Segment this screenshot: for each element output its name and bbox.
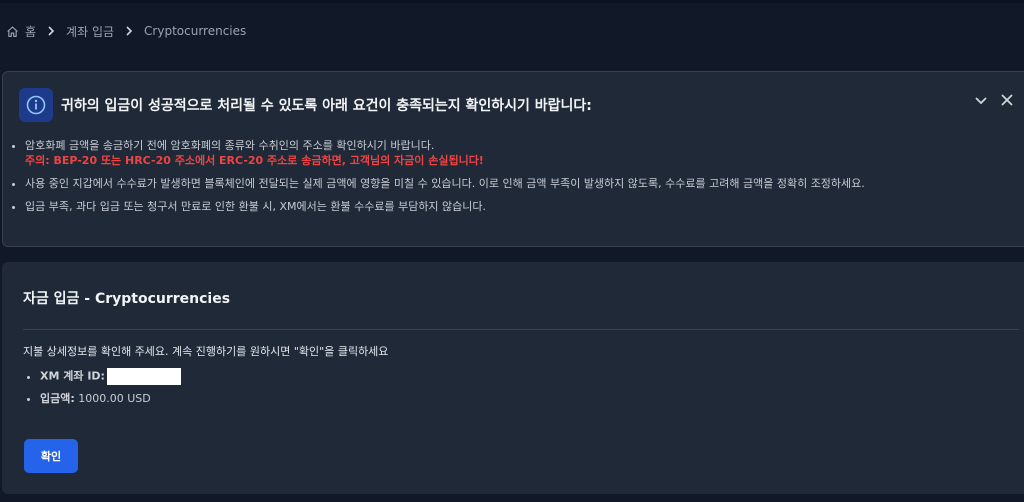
chevron-down-icon[interactable]	[973, 92, 989, 108]
deposit-title: 자금 입금 - Cryptocurrencies	[23, 291, 231, 307]
notice-item-text: 암호화폐 금액을 송금하기 전에 암호화폐의 종류와 수취인의 주소를 확인하시…	[25, 139, 435, 152]
notice-actions	[973, 92, 1015, 108]
detail-account: XM 계좌 ID:	[40, 368, 181, 385]
breadcrumb-current: Cryptocurrencies	[144, 24, 247, 38]
chevron-right-icon	[48, 26, 55, 36]
deposit-panel: 자금 입금 - Cryptocurrencies 지불 상세정보를 확인해 주세…	[2, 262, 1024, 494]
confirm-button[interactable]: 확인	[24, 439, 78, 473]
notice-title: 귀하의 입금이 성공적으로 처리될 수 있도록 아래 요건이 충족되는지 확인하…	[61, 98, 592, 114]
home-icon	[7, 25, 18, 37]
breadcrumb-deposit[interactable]: 계좌 입금	[66, 23, 114, 40]
account-id-label: XM 계좌 ID:	[40, 369, 105, 383]
notice-item: 입금 부족, 과다 입금 또는 청구서 만료로 인한 환불 시, XM에서는 환…	[25, 199, 865, 214]
info-badge	[19, 88, 53, 122]
deposit-instruction: 지불 상세정보를 확인해 주세요. 계속 진행하기를 원하시면 "확인"을 클릭…	[23, 345, 389, 358]
breadcrumb: 홈 계좌 입금 Cryptocurrencies	[6, 22, 246, 40]
deposit-details: XM 계좌 ID: 입금액: 1000.00 USD	[26, 368, 181, 412]
breadcrumb-home[interactable]: 홈	[6, 23, 36, 40]
divider	[23, 329, 1019, 330]
notice-list: 암호화폐 금액을 송금하기 전에 암호화폐의 종류와 수취인의 주소를 확인하시…	[11, 138, 865, 222]
detail-amount: 입금액: 1000.00 USD	[40, 391, 181, 406]
amount-label: 입금액:	[40, 392, 75, 405]
notice-warning: 주의: BEP-20 또는 HRC-20 주소에서 ERC-20 주소로 송금하…	[25, 154, 484, 167]
breadcrumb-home-label: 홈	[25, 24, 37, 39]
notice-item: 암호화폐 금액을 송금하기 전에 암호화폐의 종류와 수취인의 주소를 확인하시…	[25, 138, 865, 168]
notice-item: 사용 중인 지갑에서 수수료가 발생하면 블록체인에 전달되는 실제 금액에 영…	[25, 176, 865, 191]
chevron-right-icon	[126, 26, 133, 36]
requirements-notice: 귀하의 입금이 성공적으로 처리될 수 있도록 아래 요건이 충족되는지 확인하…	[2, 71, 1024, 247]
top-bar	[0, 0, 1024, 3]
info-icon	[26, 95, 46, 115]
amount-value: 1000.00 USD	[78, 392, 151, 405]
account-id-redacted	[106, 368, 181, 385]
close-icon[interactable]	[999, 92, 1015, 108]
